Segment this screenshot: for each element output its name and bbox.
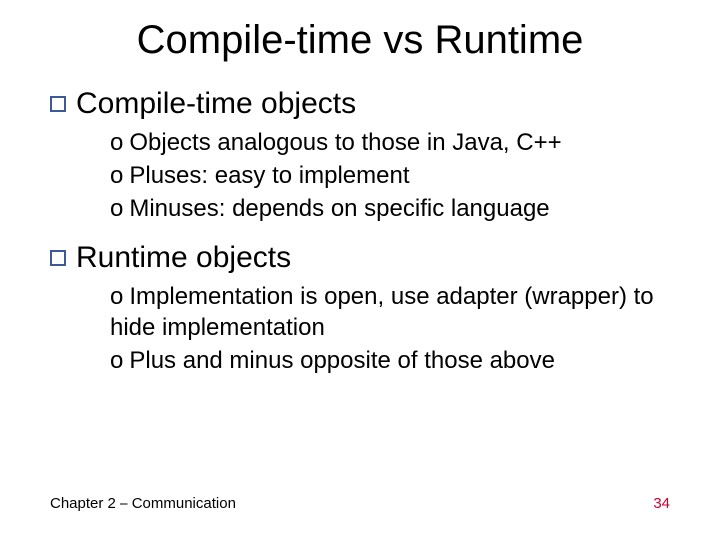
list-item: oImplementation is open, use adapter (wr…	[110, 281, 670, 343]
slide-footer: Chapter 2 ⎯ Communication 34	[50, 495, 670, 512]
sub-list: oObjects analogous to those in Java, C++…	[50, 127, 670, 225]
list-item-text: Implementation is open, use adapter (wra…	[110, 283, 654, 341]
list-item-text: Objects analogous to those in Java, C++	[129, 129, 561, 156]
circle-bullet-icon: o	[110, 162, 123, 189]
section-compile-time: Compile-time objects oObjects analogous …	[50, 87, 670, 225]
slide-title: Compile-time vs Runtime	[50, 18, 670, 63]
footer-chapter: Chapter 2 ⎯ Communication	[50, 495, 236, 512]
sub-list: oImplementation is open, use adapter (wr…	[50, 281, 670, 377]
list-item: oMinuses: depends on specific language	[110, 193, 670, 224]
list-item-text: Minuses: depends on specific language	[129, 195, 549, 222]
square-bullet-icon	[50, 96, 66, 112]
page-number: 34	[653, 495, 670, 512]
section-heading: Compile-time objects	[50, 87, 670, 121]
section-heading-text: Compile-time objects	[76, 87, 356, 121]
list-item: oObjects analogous to those in Java, C++	[110, 127, 670, 158]
list-item-text: Plus and minus opposite of those above	[129, 347, 555, 374]
square-bullet-icon	[50, 250, 66, 266]
list-item: oPluses: easy to implement	[110, 160, 670, 191]
list-item: oPlus and minus opposite of those above	[110, 345, 670, 376]
section-heading-text: Runtime objects	[76, 241, 291, 275]
circle-bullet-icon: o	[110, 195, 123, 222]
section-runtime: Runtime objects oImplementation is open,…	[50, 241, 670, 377]
section-heading: Runtime objects	[50, 241, 670, 275]
list-item-text: Pluses: easy to implement	[129, 162, 409, 189]
circle-bullet-icon: o	[110, 283, 123, 310]
circle-bullet-icon: o	[110, 347, 123, 374]
circle-bullet-icon: o	[110, 129, 123, 156]
